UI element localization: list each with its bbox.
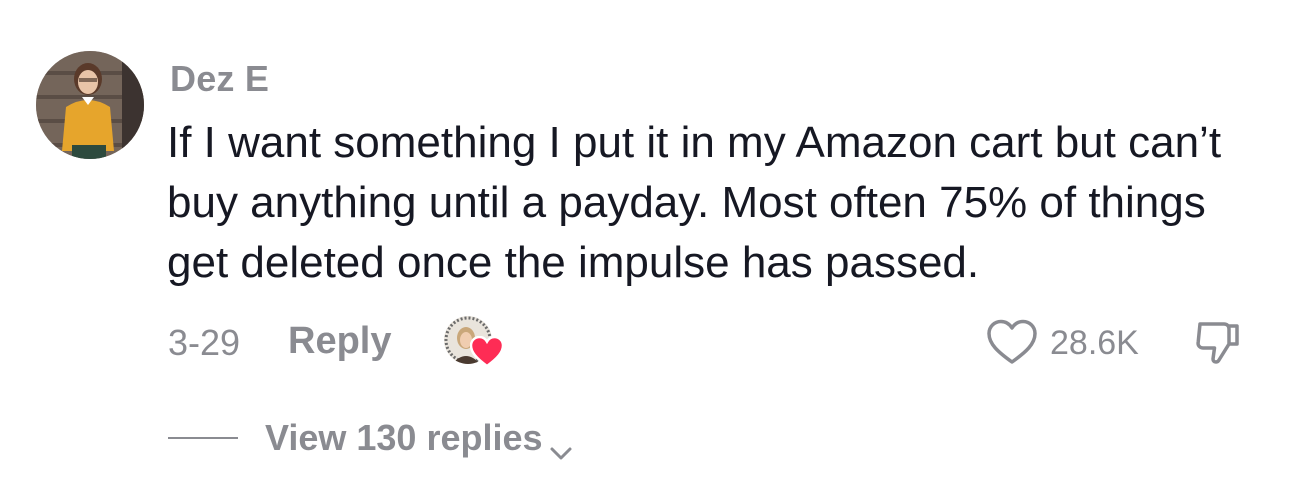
heart-outline-icon[interactable] (986, 318, 1038, 366)
reply-button[interactable]: Reply (288, 320, 391, 363)
liked-by-creator (444, 316, 505, 368)
like-group: 28.6K (986, 316, 1156, 368)
chevron-down-icon (547, 430, 575, 460)
username[interactable]: Dez E (170, 58, 269, 100)
view-replies: View 130 replies (168, 415, 668, 463)
view-replies-label: View 130 replies (265, 417, 543, 458)
view-replies-button[interactable]: View 130 replies (265, 417, 575, 460)
heart-badge-icon (469, 335, 505, 368)
replies-divider (168, 437, 238, 439)
comment-date: 3-29 (168, 322, 241, 363)
comment-item: Dez E If I want something I put it in my… (0, 0, 1290, 489)
like-count: 28.6K (1050, 324, 1139, 362)
comment-actions: 3-29 Reply 28.6K (168, 316, 1268, 368)
comment-text: If I want something I put it in my Amazo… (167, 118, 1222, 287)
thumbs-down-icon[interactable] (1192, 316, 1244, 368)
user-avatar[interactable] (36, 51, 144, 159)
